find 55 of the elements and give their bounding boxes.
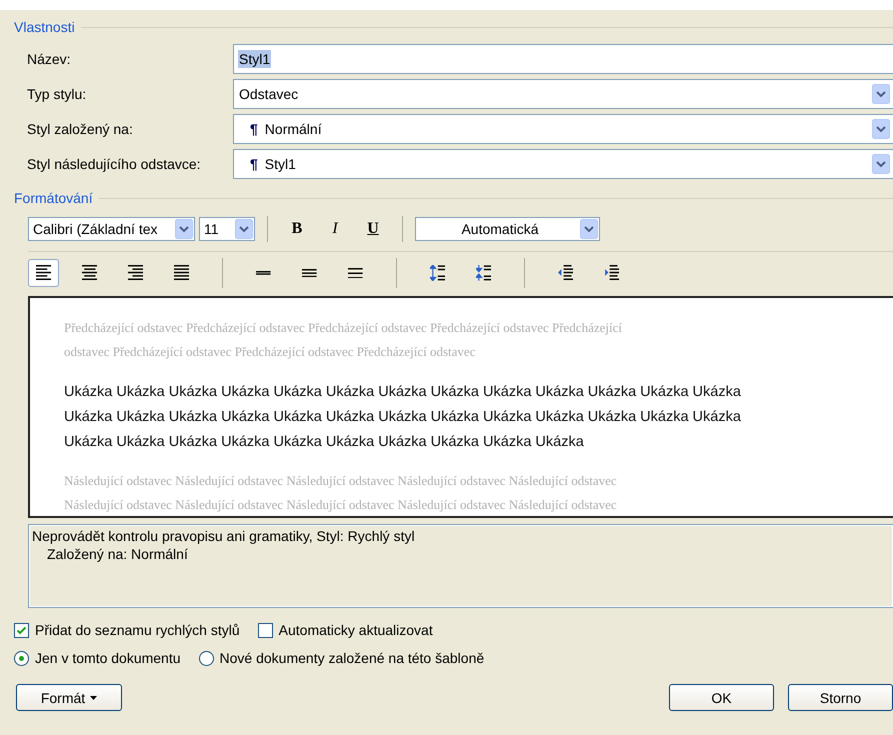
radio-label: Nové dokumenty založené na této šabloně (220, 650, 484, 666)
line-spacing-icon (348, 268, 363, 278)
format-menu-button[interactable]: Formát (16, 684, 122, 711)
field-label: Styl založený na: (27, 121, 134, 137)
checkbox-label: Automaticky aktualizovat (278, 622, 433, 638)
align-center-icon (82, 265, 98, 281)
section-legend: Vlastnosti (14, 19, 75, 35)
description-text: Založený na: Normální (46, 545, 189, 563)
paragraph-spacing-icon (430, 265, 446, 281)
caret-icon (90, 696, 98, 700)
paragraph-icon: ¶ (250, 121, 258, 137)
field-value: Styl1 (264, 155, 297, 173)
line-spacing-icon (256, 271, 271, 275)
checkbox[interactable] (258, 622, 273, 638)
bold-button[interactable]: B (282, 216, 312, 242)
paragraph-icon: ¶ (250, 156, 258, 172)
style-dropdown[interactable]: Odstavec (233, 79, 893, 109)
style-dropdown[interactable]: ¶ Normální (233, 114, 893, 144)
paragraph-format-button[interactable] (28, 259, 59, 287)
radio-label: Jen v tomto dokumentu (35, 650, 181, 666)
field-label: Název: (27, 51, 72, 67)
field-value: Odstavec (238, 85, 300, 103)
previous-paragraph-text: odstavec Předcházející odstavec Předcházející odstavec Předcházející odstavec (64, 343, 476, 361)
section-legend: Formátování (14, 190, 93, 206)
font-size-dropdown[interactable]: 11 (199, 217, 255, 241)
radio-button[interactable] (198, 650, 214, 666)
justify-icon (174, 265, 190, 281)
checkbox[interactable] (14, 622, 29, 638)
previous-paragraph-text: Předcházející odstavec Předcházející odstavec Předcházející odstavec Předcházející odstavec Předcházející (64, 319, 623, 337)
next-paragraph-text: Následující odstavec Následující odstavec Následující odstavec Následující odstavec Následující odstavec (64, 472, 618, 490)
sample-text: Ukázka Ukázka Ukázka Ukázka Ukázka Ukázka Ukázka Ukázka Ukázka Ukázka (64, 433, 585, 452)
next-paragraph-text: Následující odstavec Následující odstavec Následující odstavec Následující odstavec Následující odstavec (64, 496, 618, 514)
field-value: Styl1 (238, 50, 272, 68)
field-label: Typ stylu: (27, 86, 88, 102)
sample-text: Ukázka Ukázka Ukázka Ukázka Ukázka Ukázka Ukázka Ukázka Ukázka Ukázka Ukázka Ukázka Ukázka (64, 408, 742, 427)
name-field[interactable]: Styl1 (233, 44, 893, 74)
italic-button[interactable]: I (320, 216, 350, 242)
cancel-button[interactable]: Storno (788, 684, 893, 711)
font-color-dropdown[interactable]: Automatická (415, 217, 600, 241)
increase-indent-icon (604, 265, 620, 281)
style-dropdown[interactable]: ¶ Styl1 (233, 149, 893, 179)
paragraph-spacing-icon (476, 265, 492, 281)
decrease-indent-icon (558, 265, 574, 281)
font-dropdown[interactable]: Calibri (Základní tex (28, 217, 195, 241)
ok-button[interactable]: OK (669, 684, 774, 711)
line-spacing-icon (302, 268, 317, 278)
sample-text: Ukázka Ukázka Ukázka Ukázka Ukázka Ukázka Ukázka Ukázka Ukázka Ukázka Ukázka Ukázka Ukázka (64, 383, 742, 402)
align-left-icon (36, 265, 52, 281)
description-text: Neprovádět kontrolu pravopisu ani gramatiky, Styl: Rychlý styl (32, 527, 416, 545)
checkbox-label: Přidat do seznamu rychlých stylů (35, 622, 240, 638)
align-right-icon (128, 265, 144, 281)
underline-button[interactable]: U (358, 216, 388, 242)
field-value: Normální (264, 120, 323, 138)
radio-button[interactable] (14, 650, 29, 666)
field-label: Styl následujícího odstavce: (27, 156, 202, 172)
